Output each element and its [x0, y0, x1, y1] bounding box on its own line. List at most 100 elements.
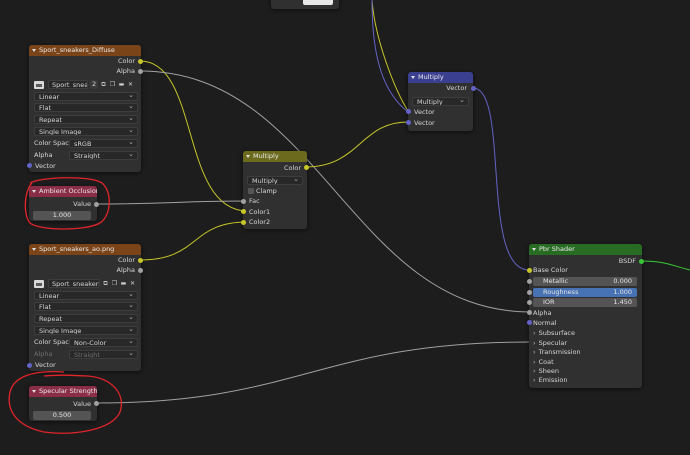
- alpha-mode-dropdown: Straight: [69, 350, 138, 359]
- input-vector-label: Vector: [35, 361, 56, 369]
- blend-mode-dropdown[interactable]: Multiply: [247, 176, 303, 185]
- node-header[interactable]: Sport_sneakers_Diffuse: [29, 45, 141, 56]
- node-header[interactable]: Multiply: [243, 151, 307, 162]
- socket-mix-fac-in[interactable]: [241, 199, 246, 204]
- panel-emission[interactable]: › Emission: [533, 375, 568, 385]
- close-icon[interactable]: ✕: [127, 81, 134, 88]
- interpolation-dropdown[interactable]: Linear: [34, 291, 138, 300]
- interpolation-dropdown[interactable]: Linear: [34, 92, 138, 101]
- pbr-shader-node[interactable]: Pbr Shader BSDF Base Color Metallic 0.00…: [529, 244, 642, 388]
- mix-multiply-node[interactable]: Multiply Color Multiply Clamp Fac Color1…: [243, 151, 307, 229]
- value-node-ambient-occlusion[interactable]: Ambient Occlusion... Value 1.000: [29, 186, 97, 221]
- input-normal-label: Normal: [533, 319, 557, 327]
- socket-pbr-metallic-in[interactable]: [527, 279, 532, 284]
- vector-multiply-node[interactable]: Multiply Vector Multiply Vector Vector: [408, 72, 473, 131]
- socket-mix-color2-in[interactable]: [241, 220, 246, 225]
- socket-ao-color-out[interactable]: [138, 258, 143, 263]
- value-field[interactable]: 1.000: [33, 211, 91, 220]
- panel-subsurface[interactable]: › Subsurface: [533, 328, 575, 338]
- ior-field[interactable]: IOR 1.450: [533, 298, 637, 307]
- image-texture-node-ao[interactable]: Sport_sneakers_ao.png Color Alpha Sport_…: [29, 244, 141, 371]
- output-vector-label: Vector: [446, 84, 467, 92]
- vector-mode-dropdown[interactable]: Multiply: [412, 97, 469, 106]
- link-diffuse-color-to-color1: [139, 60, 248, 212]
- socket-ao-vector-in[interactable]: [27, 363, 32, 368]
- folder-icon[interactable]: ▬: [118, 81, 125, 88]
- socket-spec-value-out[interactable]: [94, 401, 99, 406]
- link-vector-from-top: [371, 0, 409, 112]
- image-name-field[interactable]: Sport_sneak...: [48, 80, 88, 89]
- chevron-right-icon: ›: [533, 358, 536, 366]
- panel-transmission[interactable]: › Transmission: [533, 347, 581, 357]
- socket-pbr-bsdf-out[interactable]: [639, 259, 644, 264]
- socket-diffuse-vector-in[interactable]: [27, 163, 32, 168]
- panel-coat-label: Coat: [538, 358, 554, 366]
- value-field[interactable]: 0.500: [33, 411, 91, 420]
- duplicate-icon[interactable]: ❐: [111, 280, 118, 287]
- input-color1-label: Color1: [249, 208, 271, 216]
- chevron-right-icon: ›: [533, 329, 536, 337]
- image-selector[interactable]: Sport_sneak... 2 ⧉ ❐ ▬ ✕: [34, 80, 138, 90]
- output-bsdf-label: BSDF: [618, 257, 636, 265]
- socket-ao-alpha-out[interactable]: [138, 268, 143, 273]
- panel-specular-label: Specular: [538, 339, 568, 347]
- socket-mix-color-out[interactable]: [304, 165, 309, 170]
- offscreen-field[interactable]: [303, 0, 333, 5]
- input-vector1-label: Vector: [414, 108, 435, 116]
- socket-vecmul-vector1-in[interactable]: [406, 109, 411, 114]
- close-icon[interactable]: ✕: [129, 280, 136, 287]
- source-dropdown[interactable]: Single Image: [34, 127, 138, 136]
- alpha-mode-dropdown[interactable]: Straight: [69, 151, 138, 160]
- folder-icon[interactable]: ▬: [120, 280, 127, 287]
- fake-user-icon[interactable]: ⧉: [102, 280, 109, 287]
- node-header[interactable]: Pbr Shader: [529, 244, 642, 255]
- image-thumbnail-icon[interactable]: [34, 280, 44, 288]
- panel-transmission-label: Transmission: [538, 348, 581, 356]
- node-offscreen-top[interactable]: [271, 0, 339, 9]
- image-users-count[interactable]: 2: [90, 80, 99, 89]
- colorspace-dropdown[interactable]: sRGB: [69, 139, 138, 148]
- projection-dropdown[interactable]: Flat: [34, 302, 138, 311]
- socket-pbr-basecolor-in[interactable]: [527, 268, 532, 273]
- roughness-field[interactable]: Roughness 1.000: [533, 288, 637, 297]
- image-selector[interactable]: Sport_sneakers... ⧉ ❐ ▬ ✕: [34, 279, 138, 289]
- image-name-field[interactable]: Sport_sneakers...: [48, 279, 100, 288]
- node-header[interactable]: Multiply: [408, 72, 473, 83]
- extension-dropdown[interactable]: Repeat: [34, 314, 138, 323]
- node-header[interactable]: Ambient Occlusion...: [29, 186, 97, 197]
- metallic-field[interactable]: Metallic 0.000: [533, 277, 637, 286]
- chevron-right-icon: ›: [533, 348, 536, 356]
- panel-emission-label: Emission: [538, 376, 568, 384]
- fake-user-icon[interactable]: ⧉: [100, 81, 107, 88]
- node-header[interactable]: Specular Strength: [29, 386, 97, 397]
- socket-diffuse-color-out[interactable]: [138, 59, 143, 64]
- socket-ao-value-out[interactable]: [94, 202, 99, 207]
- socket-diffuse-alpha-out[interactable]: [138, 69, 143, 74]
- duplicate-icon[interactable]: ❐: [109, 81, 116, 88]
- socket-pbr-normal-in[interactable]: [527, 320, 532, 325]
- socket-vecmul-vector2-in[interactable]: [406, 120, 411, 125]
- socket-vecmul-vector-out[interactable]: [471, 86, 476, 91]
- chevron-right-icon: ›: [533, 376, 536, 384]
- ior-value: 1.450: [613, 298, 632, 306]
- value-node-specular-strength[interactable]: Specular Strength Value 0.500: [29, 386, 97, 421]
- input-vector-label: Vector: [35, 162, 56, 170]
- output-color-label: Color: [284, 164, 301, 172]
- image-texture-node-diffuse[interactable]: Sport_sneakers_Diffuse Color Alpha Sport…: [29, 45, 141, 172]
- socket-pbr-ior-in[interactable]: [527, 300, 532, 305]
- image-thumbnail-icon[interactable]: [34, 81, 44, 89]
- projection-dropdown[interactable]: Flat: [34, 103, 138, 112]
- socket-pbr-alpha-in[interactable]: [527, 310, 532, 315]
- socket-mix-color1-in[interactable]: [241, 209, 246, 214]
- link-bsdf-out: [640, 260, 690, 271]
- chevron-right-icon: ›: [533, 367, 536, 375]
- extension-dropdown[interactable]: Repeat: [34, 115, 138, 124]
- colorspace-dropdown[interactable]: Non-Color: [69, 338, 138, 347]
- colorspace-label: Color Space: [34, 338, 73, 346]
- link-ao-color-to-color2: [139, 221, 248, 261]
- clamp-checkbox[interactable]: [248, 188, 254, 194]
- source-dropdown[interactable]: Single Image: [34, 326, 138, 335]
- socket-pbr-roughness-in[interactable]: [527, 290, 532, 295]
- metallic-value: 0.000: [613, 277, 632, 285]
- node-header[interactable]: Sport_sneakers_ao.png: [29, 244, 141, 255]
